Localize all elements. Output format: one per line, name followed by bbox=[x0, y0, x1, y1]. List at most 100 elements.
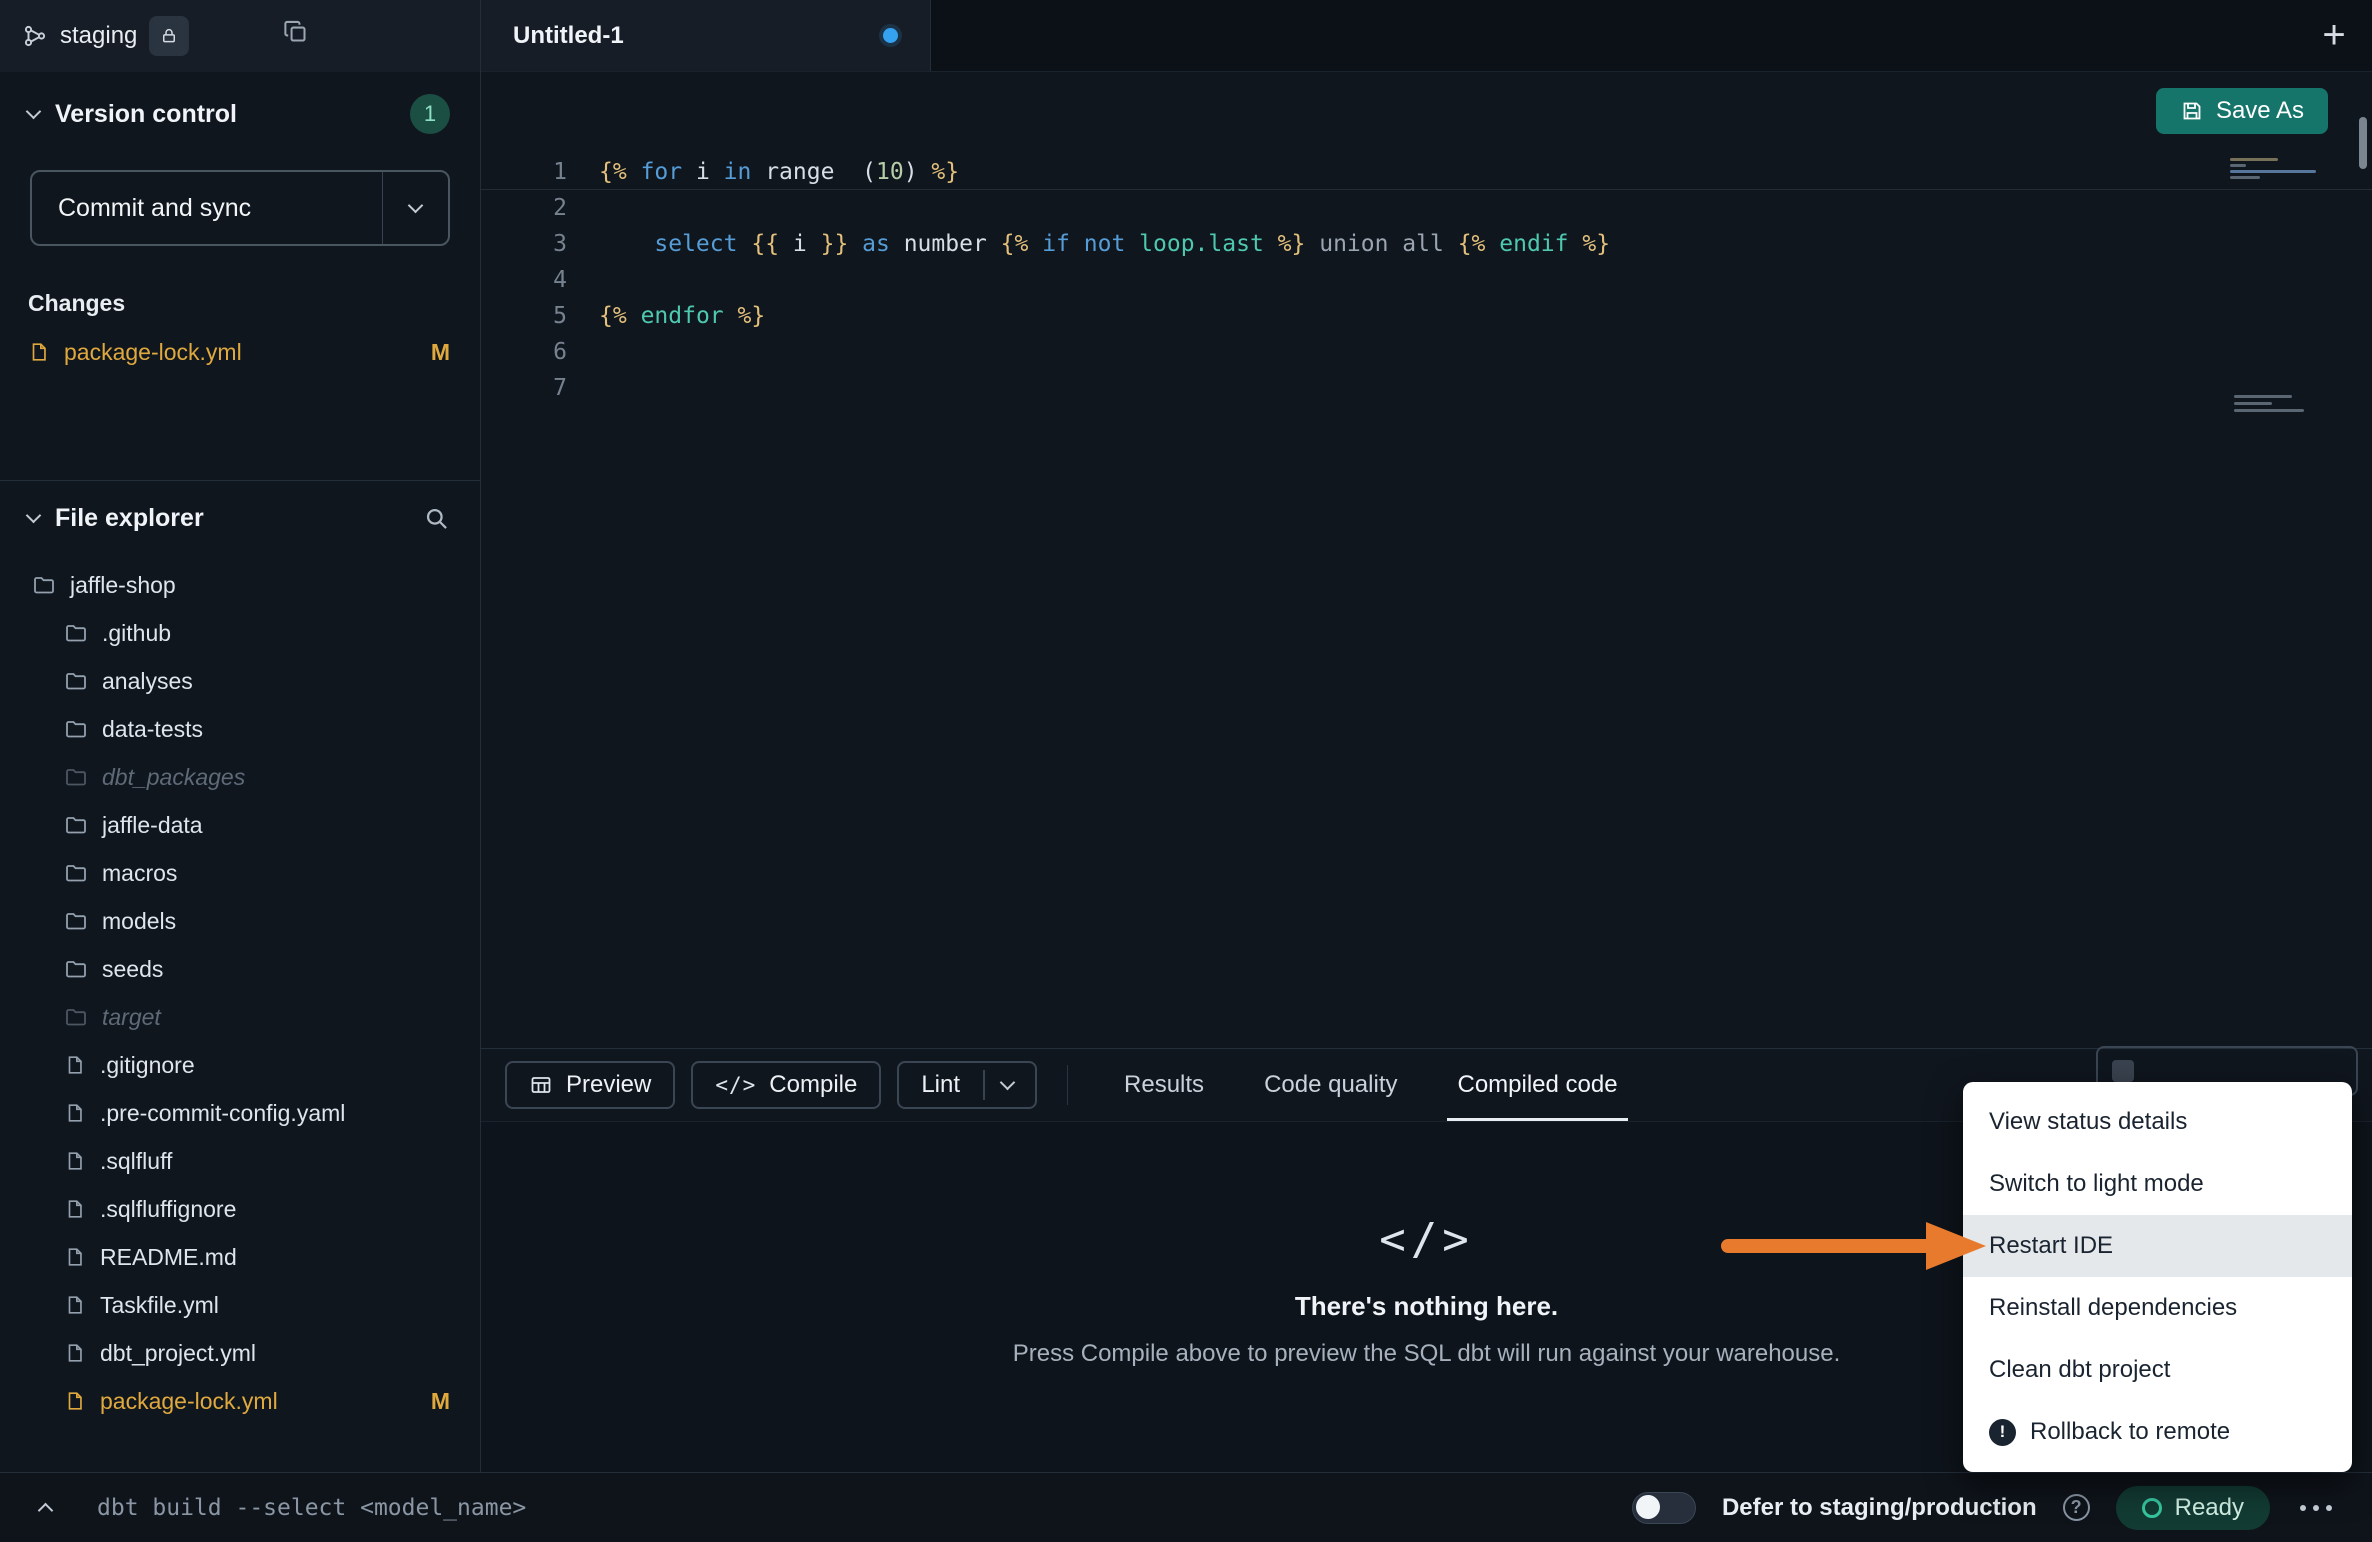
file-icon bbox=[28, 341, 50, 363]
commit-options-dropdown[interactable] bbox=[382, 172, 448, 244]
version-control-title: Version control bbox=[55, 100, 237, 129]
chevron-down-icon[interactable] bbox=[26, 507, 42, 523]
code-text: {% for i in range (10) %} bbox=[567, 154, 959, 190]
lint-button[interactable]: Lint bbox=[897, 1061, 1036, 1109]
file-name: .sqlfluffignore bbox=[100, 1196, 236, 1223]
changes-list: package-lock.yml M bbox=[0, 325, 480, 379]
file-explorer-title: File explorer bbox=[55, 504, 204, 533]
code-text bbox=[567, 190, 599, 226]
file-tree-item[interactable]: README.md bbox=[0, 1233, 480, 1281]
file-tree-item[interactable]: data-tests bbox=[0, 705, 480, 753]
branch-protected-chip bbox=[149, 16, 189, 56]
file-tree-item[interactable]: dbt_packages bbox=[0, 753, 480, 801]
status-bar-right: Defer to staging/production ? Ready bbox=[1632, 1486, 2336, 1530]
panel-tab[interactable]: Compiled code bbox=[1427, 1049, 1647, 1121]
folder-icon bbox=[64, 765, 88, 789]
chevron-down-icon[interactable] bbox=[999, 1074, 1015, 1090]
chevron-down-icon[interactable] bbox=[26, 103, 42, 119]
file-name: .sqlfluff bbox=[100, 1148, 172, 1175]
editor-toolbar: Save As bbox=[481, 72, 2372, 150]
button-divider bbox=[983, 1070, 985, 1100]
file-name: data-tests bbox=[102, 716, 203, 743]
code-text: {% endfor %} bbox=[567, 298, 765, 334]
context-menu-item[interactable]: Switch to light mode bbox=[1963, 1153, 2352, 1215]
file-tree-item[interactable]: jaffle-data bbox=[0, 801, 480, 849]
file-tree-item[interactable]: seeds bbox=[0, 945, 480, 993]
folder-icon bbox=[64, 1005, 88, 1029]
file-tree-item[interactable]: .gitignore bbox=[0, 1041, 480, 1089]
version-control-header[interactable]: Version control 1 bbox=[0, 72, 480, 156]
file-tree-item[interactable]: dbt_project.yml bbox=[0, 1329, 480, 1377]
file-tree-item[interactable]: .sqlfluff bbox=[0, 1137, 480, 1185]
file-name: target bbox=[102, 1004, 161, 1031]
line-number: 6 bbox=[481, 334, 567, 370]
changed-file-row[interactable]: package-lock.yml M bbox=[0, 325, 480, 379]
defer-label: Defer to staging/production bbox=[1722, 1494, 2037, 1522]
expand-command-bar-button[interactable] bbox=[40, 1499, 51, 1516]
line-number: 5 bbox=[481, 298, 567, 334]
command-input[interactable]: dbt build --select <model_name> bbox=[97, 1495, 526, 1521]
file-tree-item[interactable]: models bbox=[0, 897, 480, 945]
context-menu-item[interactable]: View status details bbox=[1963, 1091, 2352, 1153]
editor-scrollbar[interactable] bbox=[2359, 117, 2367, 169]
unsaved-indicator-dot bbox=[883, 28, 898, 43]
code-editor[interactable]: 1 {% for i in range (10) %} 2 3 select {… bbox=[481, 150, 2372, 1048]
compile-button[interactable]: </> Compile bbox=[691, 1061, 881, 1109]
copy-branch-button[interactable] bbox=[282, 18, 309, 45]
file-tree-item[interactable]: target bbox=[0, 993, 480, 1041]
chevron-up-icon bbox=[38, 1503, 54, 1519]
code-text bbox=[567, 262, 599, 298]
code-line: 5 {% endfor %} bbox=[481, 298, 2372, 334]
save-as-button[interactable]: Save As bbox=[2156, 88, 2328, 134]
file-name: seeds bbox=[102, 956, 163, 983]
folder-icon bbox=[32, 573, 56, 597]
minimap[interactable] bbox=[2230, 158, 2350, 578]
file-tree-item[interactable]: Taskfile.yml bbox=[0, 1281, 480, 1329]
defer-toggle[interactable] bbox=[1632, 1492, 1696, 1524]
code-area: 1 {% for i in range (10) %} 2 3 select {… bbox=[481, 150, 2372, 406]
folder-icon bbox=[64, 813, 88, 837]
context-menu-item[interactable]: Restart IDE bbox=[1963, 1215, 2352, 1277]
file-tree-item[interactable]: .pre-commit-config.yaml bbox=[0, 1089, 480, 1137]
file-tree-item[interactable]: .github bbox=[0, 609, 480, 657]
tab-title: Untitled-1 bbox=[513, 22, 624, 50]
context-menu-item[interactable]: Clean dbt project bbox=[1963, 1339, 2352, 1401]
file-name: analyses bbox=[102, 668, 193, 695]
compile-label: Compile bbox=[769, 1071, 857, 1099]
sidebar: staging Version control 1 Commit and syn… bbox=[0, 0, 481, 1472]
code-line: 1 {% for i in range (10) %} bbox=[481, 154, 2372, 190]
panel-tab[interactable]: Results bbox=[1094, 1049, 1234, 1121]
context-menu-item[interactable]: Reinstall dependencies bbox=[1963, 1277, 2352, 1339]
file-tree-item[interactable]: analyses bbox=[0, 657, 480, 705]
editor-tab[interactable]: Untitled-1 bbox=[481, 0, 931, 71]
changed-file-name: package-lock.yml bbox=[64, 339, 242, 366]
file-explorer-header[interactable]: File explorer bbox=[0, 481, 480, 555]
code-line: 7 bbox=[481, 370, 2372, 406]
panel-tab[interactable]: Code quality bbox=[1234, 1049, 1427, 1121]
table-icon bbox=[529, 1073, 553, 1097]
more-options-button[interactable] bbox=[2296, 1495, 2336, 1521]
context-menu-item[interactable]: ! Rollback to remote bbox=[1963, 1401, 2352, 1463]
commit-and-sync-button[interactable]: Commit and sync bbox=[30, 170, 450, 246]
file-name: macros bbox=[102, 860, 177, 887]
code-line: 6 bbox=[481, 334, 2372, 370]
file-name: .github bbox=[102, 620, 171, 647]
save-as-label: Save As bbox=[2216, 97, 2304, 125]
file-icon bbox=[64, 1294, 86, 1316]
file-tree-item[interactable]: .sqlfluffignore bbox=[0, 1185, 480, 1233]
folder-icon bbox=[64, 717, 88, 741]
file-name: README.md bbox=[100, 1244, 237, 1271]
help-icon[interactable]: ? bbox=[2063, 1494, 2090, 1521]
new-tab-button[interactable]: + bbox=[2296, 0, 2372, 71]
file-name: jaffle-data bbox=[102, 812, 203, 839]
folder-icon bbox=[64, 621, 88, 645]
branch-name: staging bbox=[60, 22, 137, 50]
file-tree-item[interactable]: package-lock.yml M bbox=[0, 1377, 480, 1425]
search-files-button[interactable] bbox=[423, 505, 450, 532]
file-explorer-section: File explorer jaffle-shop .github analys… bbox=[0, 480, 480, 1472]
file-tree-item[interactable]: jaffle-shop bbox=[0, 561, 480, 609]
file-tree-item[interactable]: macros bbox=[0, 849, 480, 897]
file-tree: jaffle-shop .github analyses data-tests … bbox=[0, 561, 480, 1425]
preview-button[interactable]: Preview bbox=[505, 1061, 675, 1109]
dbt-ide-window: staging Version control 1 Commit and syn… bbox=[0, 0, 2372, 1542]
